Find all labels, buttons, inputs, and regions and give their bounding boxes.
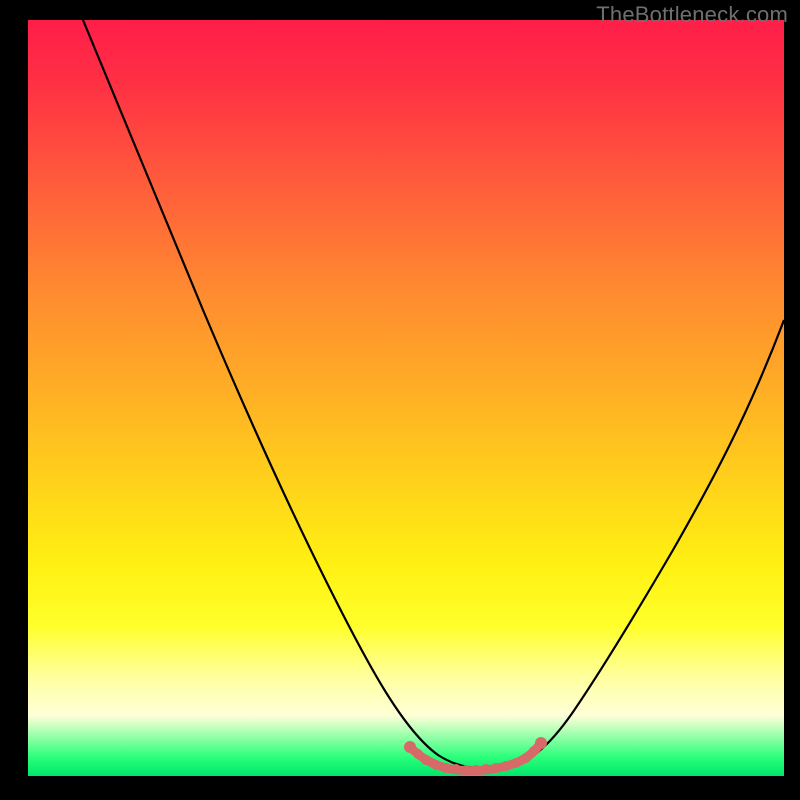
highlight-stroke (410, 743, 541, 771)
watermark-text: TheBottleneck.com (596, 2, 788, 28)
plot-area (28, 20, 784, 776)
bottom-highlight (28, 20, 784, 776)
chart-frame: TheBottleneck.com (0, 0, 800, 800)
